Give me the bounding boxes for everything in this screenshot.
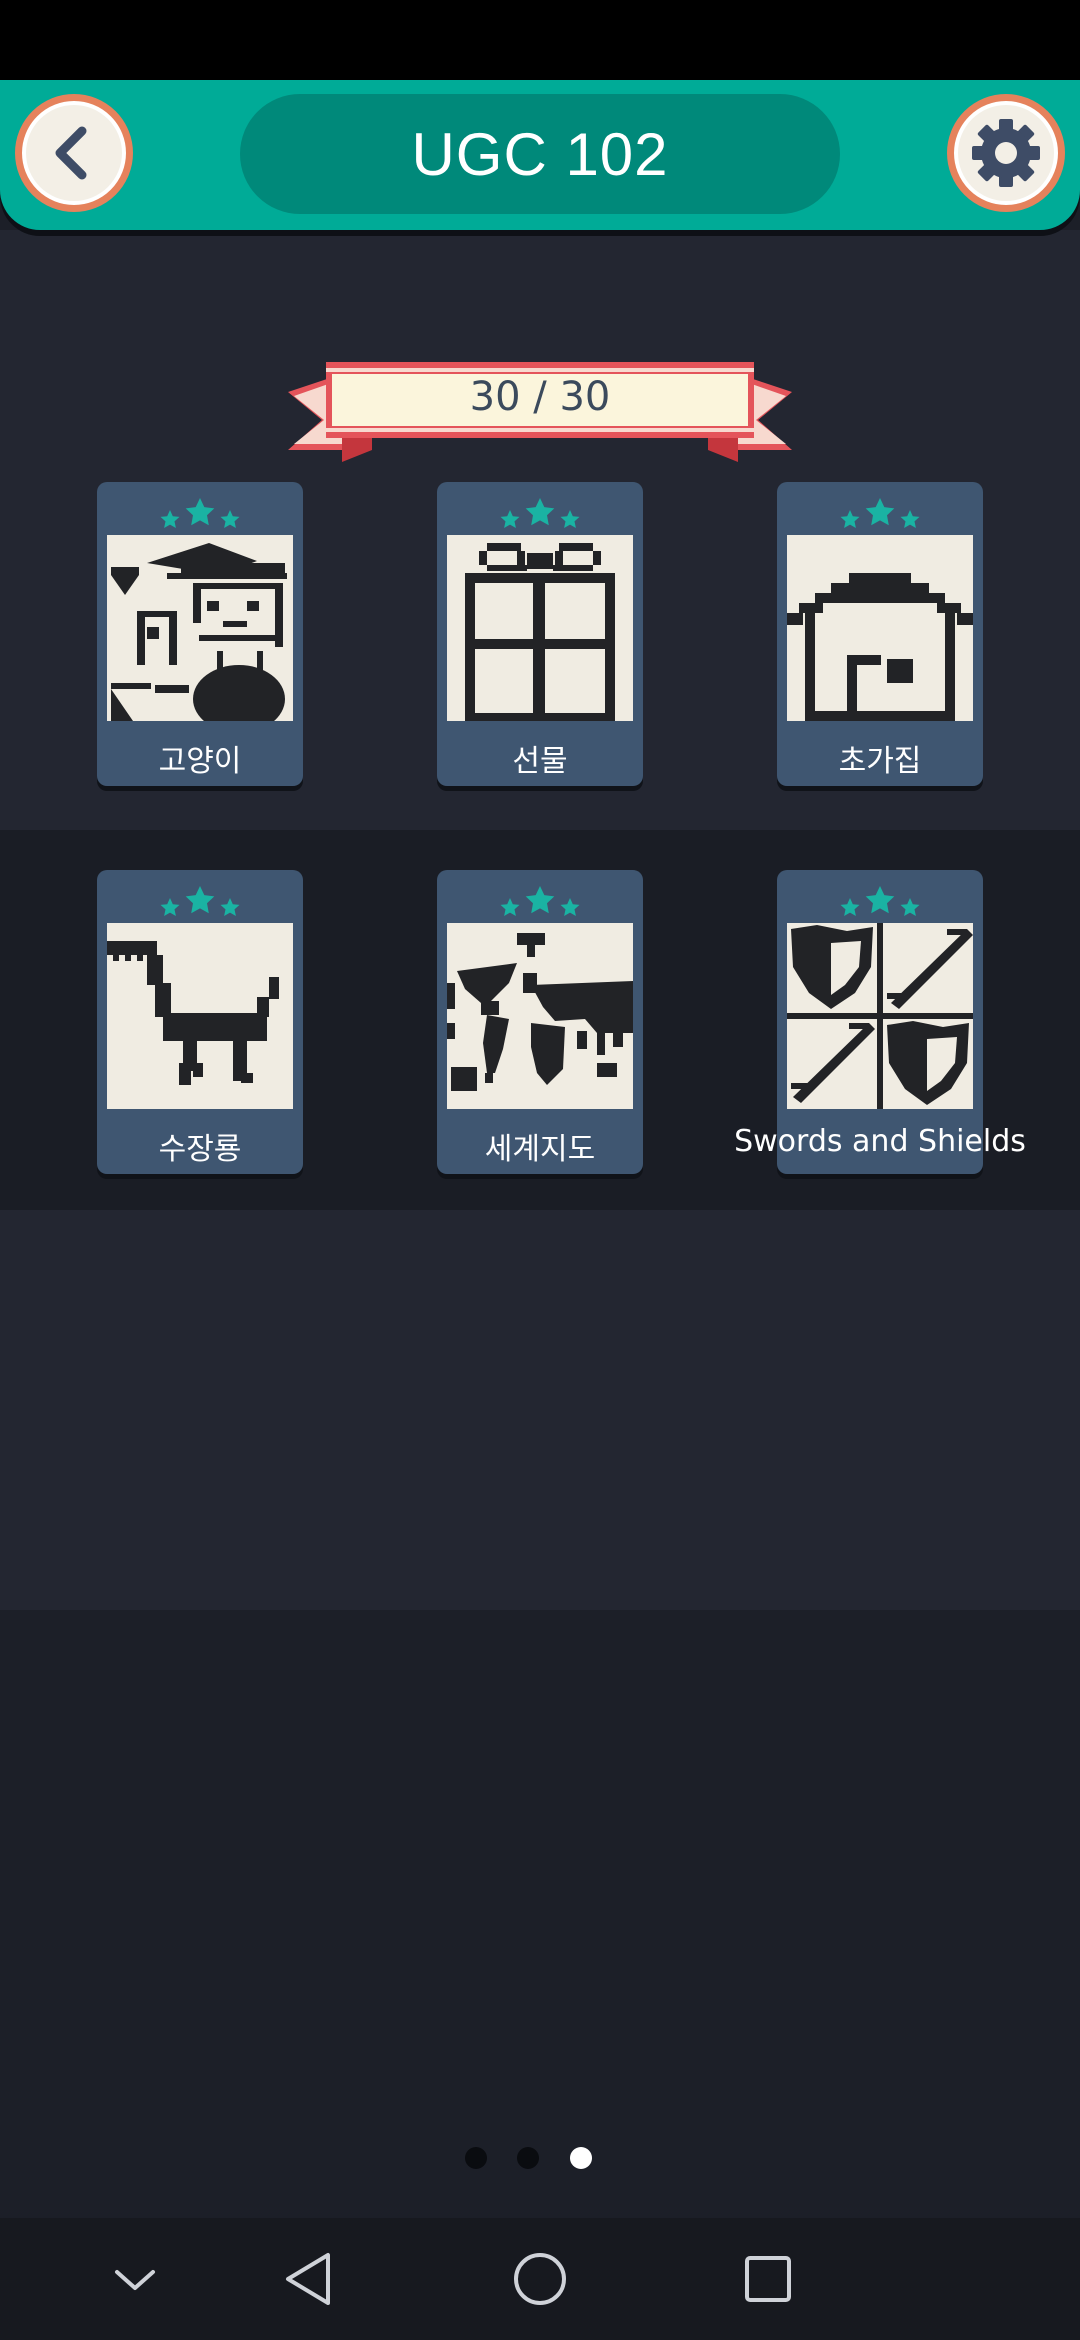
- page-indicator-dot[interactable]: [517, 2147, 539, 2169]
- gear-icon: [972, 119, 1040, 187]
- rating-stars: [840, 886, 920, 916]
- hide-keyboard-button[interactable]: [75, 2218, 195, 2340]
- nav-home-button[interactable]: [480, 2218, 600, 2340]
- cat-pixel-art: [107, 535, 293, 721]
- settings-button[interactable]: [947, 94, 1065, 212]
- back-button[interactable]: [15, 94, 133, 212]
- page-title: UGC 102: [240, 94, 840, 214]
- home-circle-icon: [514, 2253, 566, 2305]
- puzzle-title: Swords and Shields: [734, 1124, 1026, 1159]
- puzzle-title: 선물: [512, 744, 568, 779]
- rating-stars: [500, 498, 580, 528]
- swords-shields-pixel-art: [787, 923, 973, 1109]
- puzzle-title: 수장룡: [158, 1132, 242, 1167]
- rating-stars: [840, 498, 920, 528]
- progress-label: 30 / 30: [469, 374, 611, 420]
- background-band: [0, 1210, 1080, 1610]
- puzzle-title: 세계지도: [484, 1132, 596, 1167]
- rating-stars: [500, 886, 580, 916]
- rating-stars: [160, 498, 240, 528]
- world-map-pixel-art: [447, 923, 633, 1109]
- hut-pixel-art: [787, 535, 973, 721]
- recents-square-icon: [745, 2256, 791, 2302]
- puzzle-title: 고양이: [158, 744, 242, 779]
- nav-recents-button[interactable]: [708, 2218, 828, 2340]
- page-indicator-dot-active[interactable]: [570, 2147, 592, 2169]
- gift-pixel-art: [447, 535, 633, 721]
- top-header: UGC 102: [0, 80, 1080, 230]
- chevron-down-icon: [115, 2270, 155, 2290]
- nav-back-button[interactable]: [248, 2218, 368, 2340]
- chevron-left-icon: [55, 126, 87, 180]
- puzzle-title: 초가집: [838, 744, 922, 779]
- page-indicator-dot[interactable]: [465, 2147, 487, 2169]
- back-triangle-icon: [286, 2253, 330, 2305]
- status-bar: [0, 0, 1080, 80]
- dinosaur-pixel-art: [107, 923, 293, 1109]
- system-navigation-bar: [0, 2218, 1080, 2340]
- rating-stars: [160, 886, 240, 916]
